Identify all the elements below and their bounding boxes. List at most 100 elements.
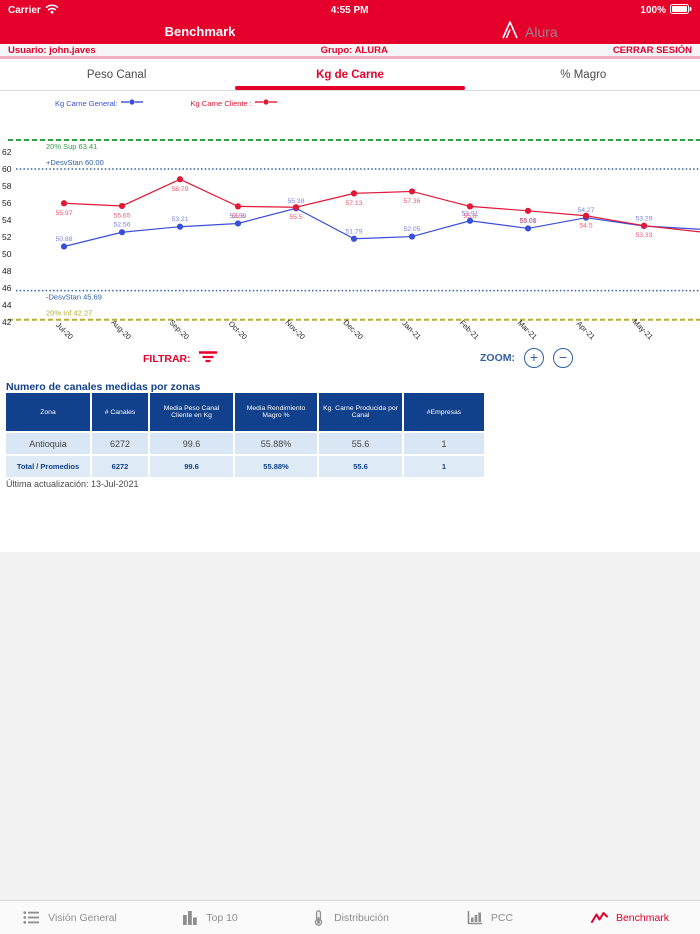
clock-label: 4:55 PM xyxy=(331,5,369,16)
table-cell-media-rendimiento-magro: 55.88% xyxy=(235,433,317,454)
legend-label: Kg Carne General: xyxy=(55,99,118,108)
logout-button[interactable]: CERRAR SESIÓN xyxy=(613,45,692,56)
nav-item-label: PCC xyxy=(491,912,513,924)
list-icon xyxy=(23,910,40,925)
status-bar: Carrier 4:55 PM 100% xyxy=(0,0,700,20)
data-point-label: 57.36 xyxy=(403,198,420,205)
data-point-kg-carne-cliente-nov-20[interactable] xyxy=(293,204,299,210)
tab-kg-de-carne[interactable]: Kg de Carne xyxy=(233,62,466,90)
data-point-label: 52.05 xyxy=(403,226,420,233)
nav-item-label: Visión General xyxy=(48,912,117,924)
zoom-label: ZOOM: xyxy=(480,352,515,364)
data-point-kg-carne-cliente-mar-21[interactable] xyxy=(525,208,531,214)
x-axis-tick-label: Aug-20 xyxy=(109,318,132,341)
zones-table: Zona# CanalesMedia Peso Canal Cliente en… xyxy=(6,393,474,477)
tab-bar: Peso CanalKg de Carne% Magro xyxy=(0,62,700,91)
app-header: Benchmark Alura xyxy=(0,20,700,44)
data-point-kg-carne-general-jan-21[interactable] xyxy=(409,233,415,239)
zoom-in-button[interactable]: + xyxy=(524,348,544,368)
last-update-label: Última actualización: 13-Jul-2021 xyxy=(6,479,139,489)
thermometer-icon xyxy=(311,910,326,926)
data-point-kg-carne-cliente-feb-21[interactable] xyxy=(467,203,473,209)
bar-chart-icon xyxy=(182,910,198,925)
app-screen: Carrier 4:55 PM 100% Benchmark xyxy=(0,0,700,934)
data-point-kg-carne-general-mar-21[interactable] xyxy=(525,225,531,231)
data-point-kg-carne-cliente-sep-20[interactable] xyxy=(177,176,183,182)
bottom-nav: Visión General Top 10 Distribución PCC Bench… xyxy=(0,900,700,934)
x-axis-tick-label: Jan-21 xyxy=(400,319,423,342)
ref-line-desvstan-60-00: +DesvStan 60.00 xyxy=(16,158,700,169)
table-cell-canales: 6272 xyxy=(92,433,148,454)
session-bar: Usuario: john.javes Grupo: ALURA CERRAR … xyxy=(0,44,700,59)
battery-icon xyxy=(670,4,692,17)
data-point-label: 53.33 xyxy=(635,232,652,239)
chart-legend: Kg Carne General: Kg Carne Cliente : xyxy=(55,98,277,108)
data-point-label: 51.79 xyxy=(345,228,362,235)
data-point-kg-carne-cliente-dec-20[interactable] xyxy=(351,190,357,196)
ref-line-label: +DesvStan 60.00 xyxy=(46,158,104,167)
data-point-label: 55.65 xyxy=(113,212,130,219)
nav-item-benchmark[interactable]: Benchmark xyxy=(560,901,700,934)
nav-item-pcc[interactable]: PCC xyxy=(420,901,560,934)
data-point-kg-carne-general-aug-20[interactable] xyxy=(119,229,125,235)
tab-peso-canal[interactable]: Peso Canal xyxy=(0,62,233,90)
data-point-label: 55.5 xyxy=(289,214,302,221)
nav-item-top-10[interactable]: Top 10 xyxy=(140,901,280,934)
column-chart-icon xyxy=(467,910,483,925)
data-point-label: 55.97 xyxy=(55,210,72,217)
total-cell-media-rendimiento-magro: 55.88% xyxy=(235,456,317,477)
column-header-kg-carne-producida-por-canal: Kg. Carne Producida por Canal xyxy=(319,393,402,431)
nav-item-distribuci-n[interactable]: Distribución xyxy=(280,901,420,934)
legend-item-kg-carne-cliente: Kg Carne Cliente : xyxy=(191,98,277,108)
x-axis-tick-label: Jul-20 xyxy=(54,321,75,342)
nav-item-label: Distribución xyxy=(334,912,389,924)
table-cell-zona: Antioquia xyxy=(6,433,90,454)
page-title: Benchmark xyxy=(0,20,400,44)
data-point-kg-carne-cliente-aug-20[interactable] xyxy=(119,203,125,209)
y-axis-tick-label: 60 xyxy=(2,164,12,174)
y-axis-tick-label: 48 xyxy=(2,266,12,276)
data-point-label: 50.88 xyxy=(55,236,72,243)
zoom-out-button[interactable]: − xyxy=(553,348,573,368)
x-axis-tick-label: Nov-20 xyxy=(283,318,306,341)
data-point-label: 53.21 xyxy=(171,216,188,223)
y-axis-tick-label: 62 xyxy=(2,147,12,157)
data-point-kg-carne-cliente-apr-21[interactable] xyxy=(583,213,589,219)
data-point-kg-carne-cliente-jan-21[interactable] xyxy=(409,188,415,194)
y-axis-tick-label: 52 xyxy=(2,232,12,242)
filter-button[interactable]: FILTRAR: xyxy=(143,350,219,367)
wifi-icon xyxy=(45,3,59,17)
table-cell-media-peso-canal-cliente-en-kg: 99.6 xyxy=(150,433,233,454)
y-axis-tick-label: 54 xyxy=(2,215,12,225)
data-point-kg-carne-general-sep-20[interactable] xyxy=(177,224,183,230)
nav-item-visi-n-general[interactable]: Visión General xyxy=(0,901,140,934)
x-axis-tick-label: Sep-20 xyxy=(167,318,190,341)
tab-magro[interactable]: % Magro xyxy=(467,62,700,90)
filter-icon xyxy=(197,350,219,367)
data-point-label: 57.13 xyxy=(345,200,362,207)
data-point-kg-carne-cliente-oct-20[interactable] xyxy=(235,203,241,209)
y-axis-tick-label: 44 xyxy=(2,300,12,310)
data-point-kg-carne-cliente-jul-20[interactable] xyxy=(61,200,67,206)
x-axis-tick-label: Oct-20 xyxy=(227,319,249,341)
battery-percent-label: 100% xyxy=(640,5,666,16)
table-cell-empresas: 1 xyxy=(404,433,484,454)
column-header-media-rendimiento-magro: Media Rendimiento Magro % xyxy=(235,393,317,431)
data-point-kg-carne-general-dec-20[interactable] xyxy=(351,236,357,242)
group-label: Grupo: ALURA xyxy=(321,45,388,56)
data-point-kg-carne-cliente-may-21[interactable] xyxy=(641,223,647,229)
data-point-label: 53.29 xyxy=(635,216,652,223)
data-point-kg-carne-general-oct-20[interactable] xyxy=(235,220,241,226)
legend-label: Kg Carne Cliente : xyxy=(191,99,252,108)
alura-logo: Alura xyxy=(500,20,558,44)
data-point-label: 58.79 xyxy=(171,186,188,193)
total-cell-media-peso-canal-cliente-en-kg: 99.6 xyxy=(150,456,233,477)
total-cell-empresas: 1 xyxy=(404,456,484,477)
legend-marker-icon xyxy=(255,98,277,108)
ref-line-20-inf-42-27: 20% Inf 42.27 xyxy=(8,309,700,320)
ref-line-label: -DesvStan 45.69 xyxy=(46,293,102,302)
data-point-label: 55.38 xyxy=(287,198,304,205)
total-cell-zona: Total / Promedios xyxy=(6,456,90,477)
data-point-kg-carne-general-jul-20[interactable] xyxy=(61,243,67,249)
y-axis-tick-label: 42 xyxy=(2,317,12,327)
